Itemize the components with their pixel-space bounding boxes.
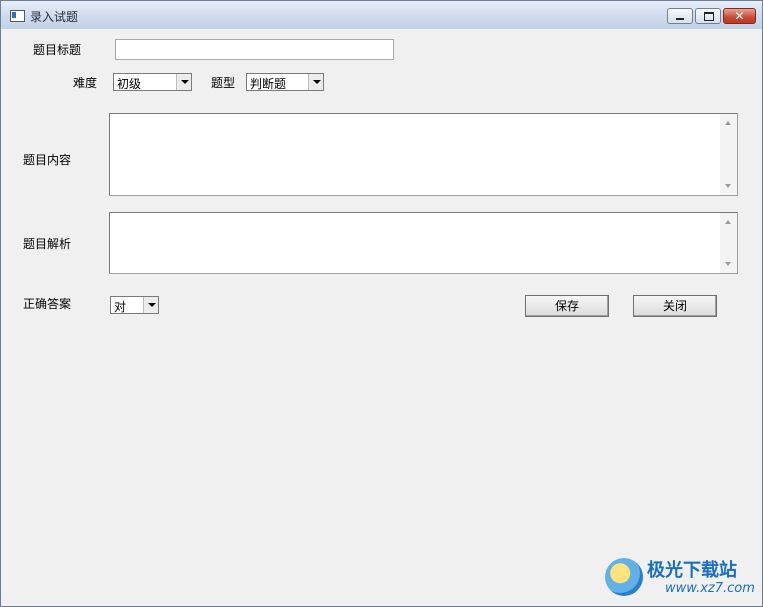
analysis-label: 题目解析 (23, 237, 72, 251)
type-select[interactable]: 判断题 (246, 73, 324, 91)
scroll-down-icon[interactable] (725, 184, 731, 188)
app-icon (10, 10, 25, 22)
analysis-textarea[interactable] (109, 212, 738, 274)
answer-value: 对 (114, 300, 127, 314)
scroll-down-icon[interactable] (725, 262, 731, 266)
maximize-button[interactable] (695, 8, 721, 24)
watermark: 极光下载站 www.xz7.com (605, 556, 755, 600)
chevron-down-icon[interactable] (176, 74, 191, 90)
answer-select[interactable]: 对 (110, 296, 159, 314)
save-button[interactable]: 保存 (525, 295, 609, 317)
dialog-window: 录入试题 ✕ 题目标题 难度 初级 题型 判断题 题目内容 题目解析 正确答案 … (0, 0, 763, 607)
maximize-icon (704, 12, 714, 21)
watermark-brand: 极光下载站 (647, 560, 737, 581)
watermark-url: www.xz7.com (665, 581, 755, 596)
chevron-down-icon[interactable] (143, 297, 158, 313)
type-label: 题型 (211, 76, 236, 90)
difficulty-select[interactable]: 初级 (113, 73, 192, 91)
close-icon: ✕ (734, 9, 745, 23)
brand-logo-icon (605, 558, 643, 596)
close-window-button[interactable]: ✕ (723, 8, 756, 24)
type-value: 判断题 (250, 77, 287, 91)
scroll-up-icon[interactable] (725, 220, 731, 224)
scroll-up-icon[interactable] (725, 121, 731, 125)
content-scrollbar[interactable] (720, 114, 737, 195)
chevron-down-icon[interactable] (308, 74, 323, 90)
minimize-icon (676, 18, 684, 20)
analysis-scrollbar[interactable] (720, 213, 737, 273)
difficulty-label: 难度 (73, 76, 98, 90)
minimize-button[interactable] (667, 8, 693, 24)
window-title: 录入试题 (30, 10, 79, 24)
content-textarea[interactable] (109, 113, 738, 196)
content-label: 题目内容 (23, 153, 72, 167)
title-bar[interactable]: 录入试题 ✕ (1, 1, 762, 29)
title-label: 题目标题 (33, 43, 82, 57)
answer-label: 正确答案 (23, 297, 72, 311)
title-input[interactable] (115, 39, 394, 60)
close-button[interactable]: 关闭 (633, 295, 717, 317)
difficulty-value: 初级 (117, 77, 142, 91)
